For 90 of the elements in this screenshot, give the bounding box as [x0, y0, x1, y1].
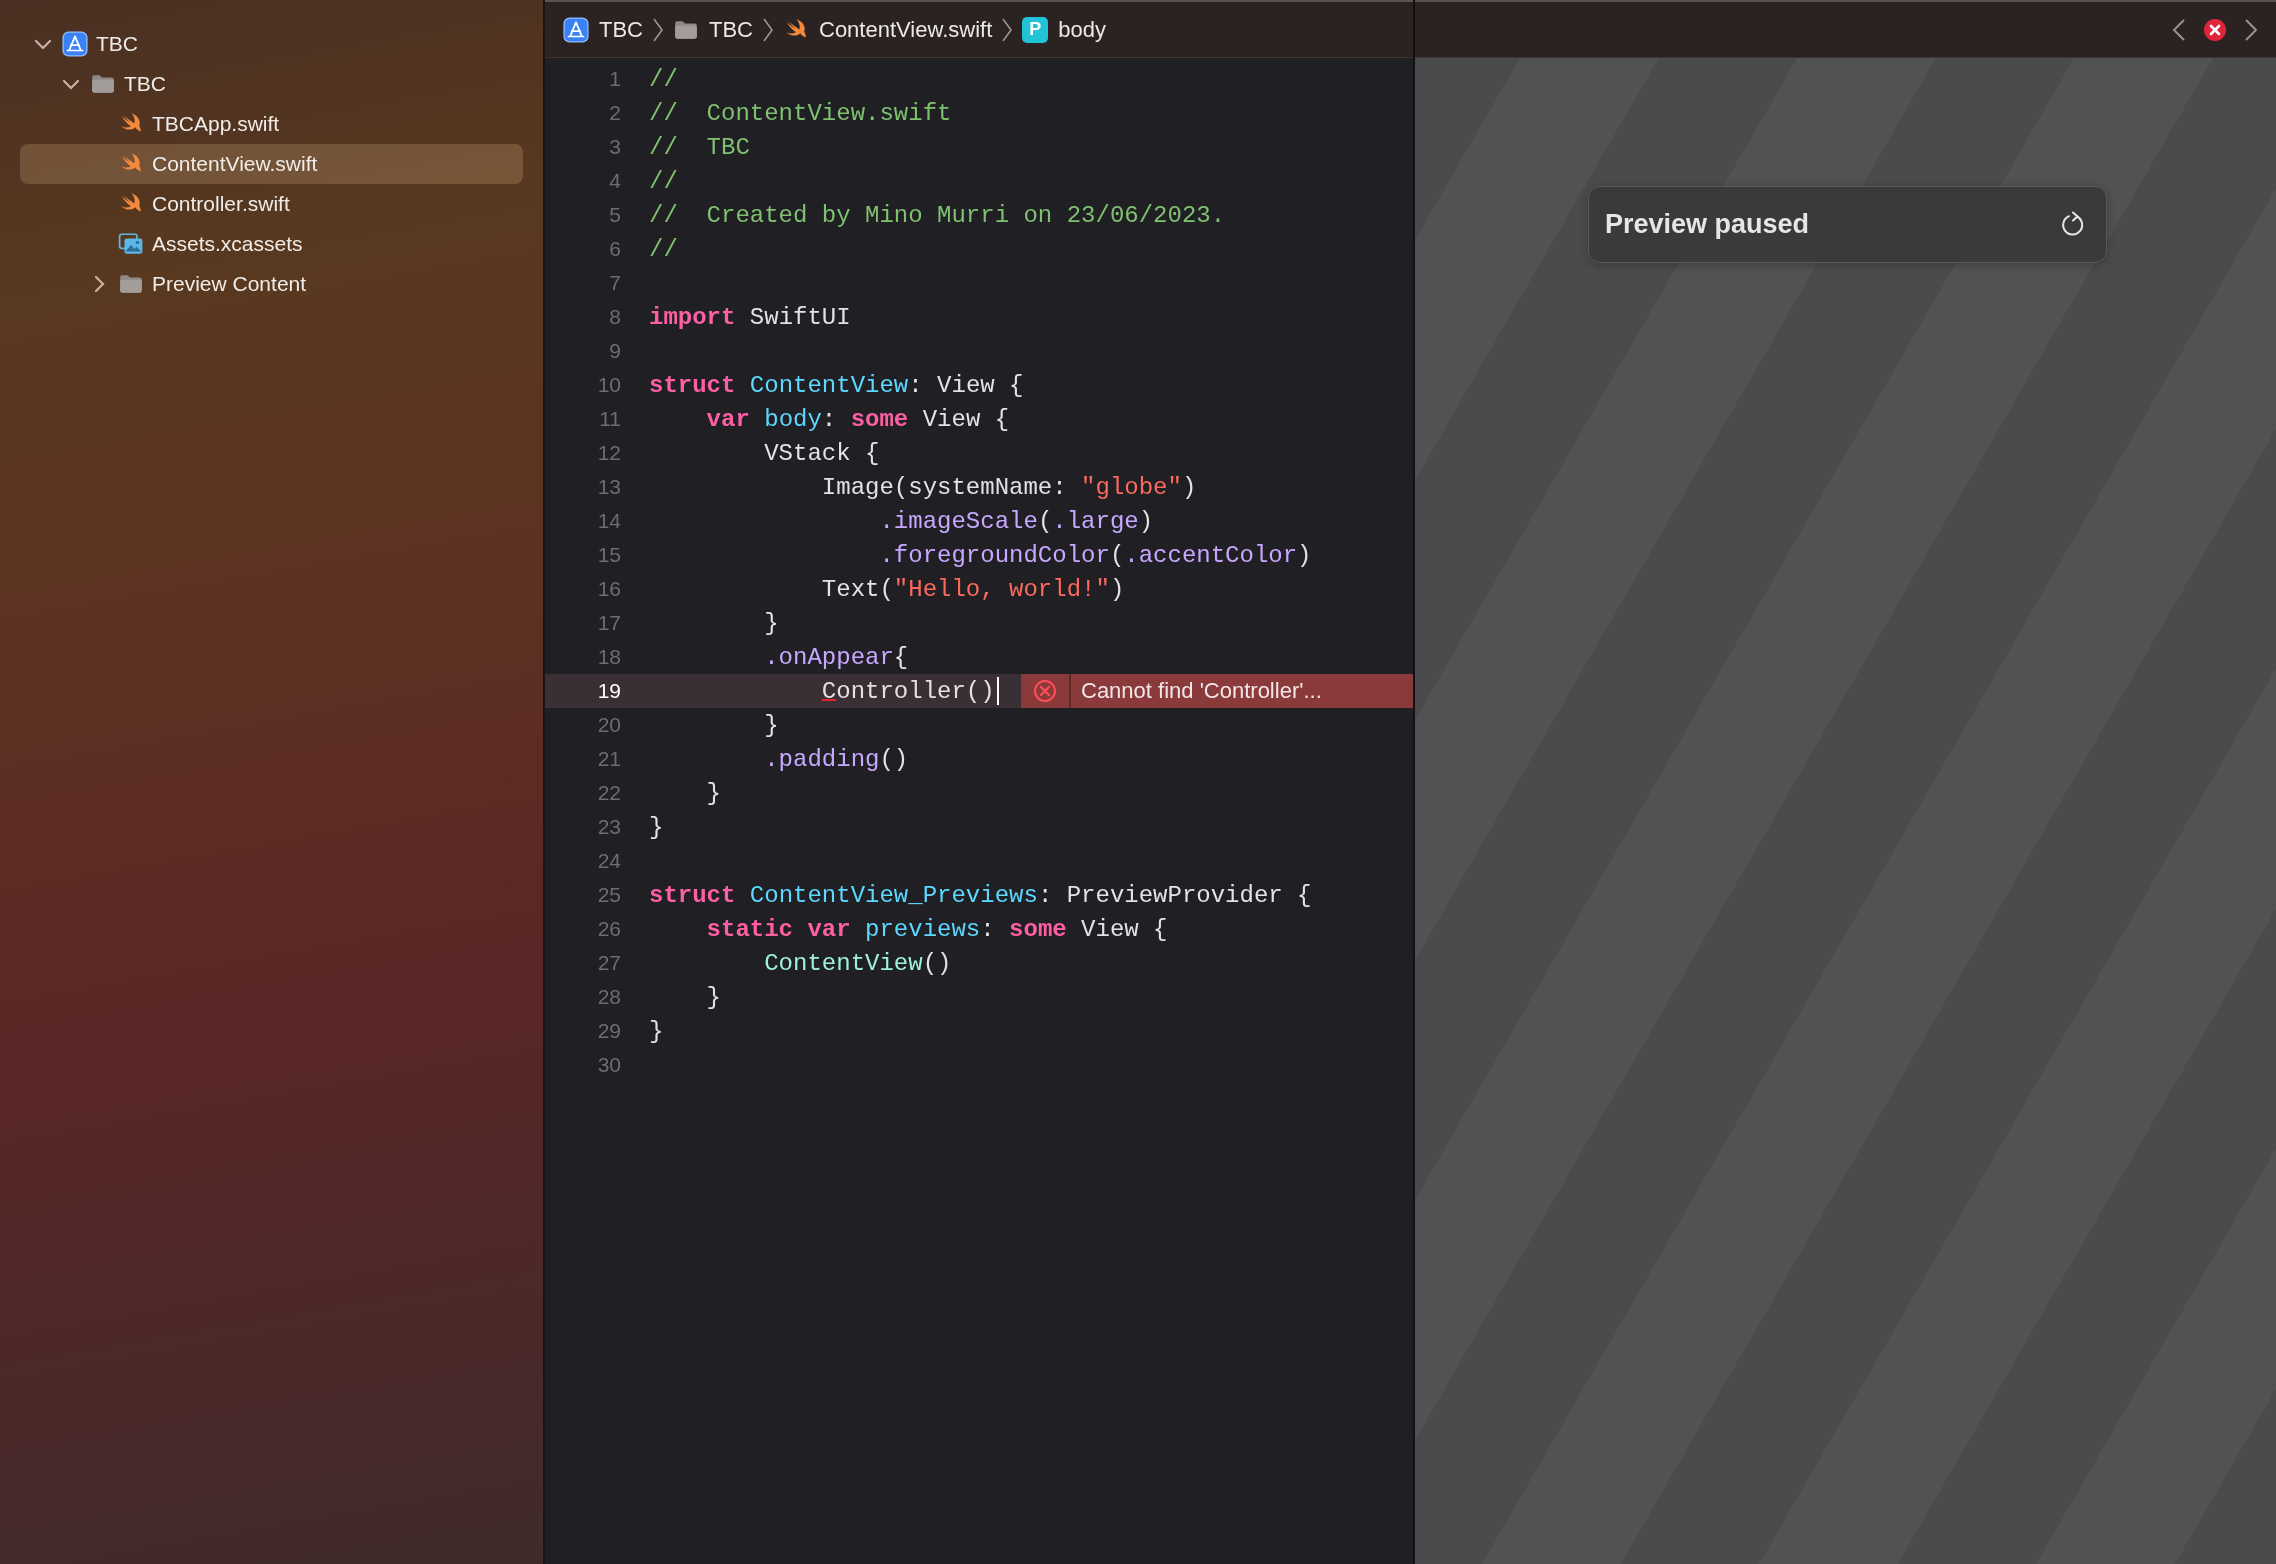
line-number: 30 — [596, 1053, 621, 1077]
breadcrumb-item[interactable]: ContentView.swift — [783, 16, 993, 43]
line-number: 14 — [596, 509, 621, 533]
app-project-icon — [563, 16, 589, 43]
line-number: 22 — [596, 781, 621, 805]
line-number: 18 — [596, 645, 621, 669]
line-number: 17 — [596, 611, 621, 635]
breadcrumb-item[interactable]: TBC — [563, 16, 643, 43]
code-line: Image(systemName: "globe") — [820, 473, 1197, 501]
file-name: ContentView.swift — [152, 152, 318, 176]
line-number: 6 — [608, 237, 621, 261]
code-line: } — [649, 1017, 664, 1045]
line-number: 25 — [596, 883, 621, 907]
line-number: 28 — [596, 985, 621, 1009]
line-number: 11 — [598, 407, 621, 431]
code-line: } — [649, 813, 664, 841]
file-name: Preview Content — [152, 272, 307, 296]
code-line: .imageScale(.large) — [878, 507, 1154, 535]
chevron-right-icon — [2244, 17, 2258, 42]
line-number: 1 — [608, 67, 621, 91]
code-line: Controller() — [820, 677, 995, 705]
line-number: 15 — [596, 543, 621, 567]
code-line: // — [649, 167, 678, 195]
code-line: // Created by Mino Murri on 23/06/2023. — [649, 201, 1226, 229]
file-name: Controller.swift — [152, 192, 290, 216]
code-line: // ContentView.swift — [649, 99, 952, 127]
line-number: 12 — [596, 441, 621, 465]
line-number: 26 — [596, 917, 621, 941]
error-icon — [1033, 679, 1057, 703]
file-tree-item[interactable]: ContentView.swift — [20, 144, 523, 184]
line-number: 7 — [608, 271, 621, 295]
code-line: struct ContentView_Previews: PreviewProvider { — [649, 881, 1312, 909]
file-tree-item[interactable]: Controller.swift — [20, 184, 523, 224]
line-number: 8 — [608, 305, 621, 329]
code-line: static var previews: some View { — [705, 915, 1168, 943]
file-name: TBCApp.swift — [152, 112, 280, 136]
chevron-left-icon — [2172, 17, 2186, 42]
code-line: } — [705, 983, 721, 1011]
line-number: 5 — [608, 203, 621, 227]
line-number: 16 — [596, 577, 621, 601]
line-number: 29 — [596, 1019, 621, 1043]
code-line: .onAppear{ — [763, 643, 909, 671]
code-line: } — [705, 779, 721, 807]
line-number: 27 — [596, 951, 621, 975]
file-tree-item[interactable]: TBC — [20, 64, 523, 104]
text-cursor — [996, 677, 999, 705]
code-line: struct ContentView: View { — [649, 371, 1024, 399]
code-line: VStack { — [763, 439, 880, 467]
code-line: import SwiftUI — [649, 303, 851, 331]
line-number: 13 — [596, 475, 621, 499]
code-line: } — [763, 711, 779, 739]
error-annotation[interactable]: Cannot find 'Controller'... — [1021, 674, 1413, 708]
line-number: 3 — [608, 135, 621, 159]
code-line: ContentView() — [763, 949, 952, 977]
breadcrumb-label: ContentView.swift — [819, 16, 993, 43]
code-line: var body: some View { — [705, 405, 1010, 433]
code-line: // TBC — [649, 133, 750, 161]
line-number: 21 — [596, 747, 621, 771]
file-tree-item[interactable]: TBCApp.swift — [20, 104, 523, 144]
error-icon — [2204, 18, 2226, 41]
preview-status: Preview paused — [1605, 209, 1810, 240]
breadcrumb-label: TBC — [709, 16, 753, 43]
line-number: 23 — [596, 815, 621, 839]
error-message: Cannot find 'Controller'... — [1080, 678, 1322, 704]
line-number: 20 — [596, 713, 621, 737]
breadcrumb-label: TBC — [599, 16, 643, 43]
breadcrumb-item[interactable]: TBC — [673, 16, 753, 43]
code-line: // — [649, 235, 678, 263]
code-line: } — [763, 609, 779, 637]
line-number: 2 — [608, 101, 621, 125]
breadcrumb-label: body — [1058, 16, 1106, 43]
code-line: Text("Hello, world!") — [820, 575, 1125, 603]
image-stack-icon — [118, 231, 144, 257]
code-line: .foregroundColor(.accentColor) — [878, 541, 1312, 569]
file-name: TBC — [124, 72, 166, 96]
app-project-icon — [62, 31, 88, 57]
line-number: 19 — [596, 679, 621, 703]
breadcrumb-item[interactable]: P body — [1022, 16, 1106, 43]
file-name: Assets.xcassets — [152, 232, 303, 256]
line-number: 4 — [608, 169, 621, 193]
code-line: // — [649, 65, 678, 93]
property-symbol-icon: P — [1022, 16, 1049, 43]
code-line: .padding() — [763, 745, 909, 773]
line-number: 24 — [596, 849, 621, 873]
line-number: 10 — [596, 373, 621, 397]
line-number: 9 — [608, 339, 621, 363]
file-tree-item[interactable]: TBC — [20, 24, 523, 64]
file-tree-item[interactable]: Preview Content — [20, 264, 523, 304]
file-tree-item[interactable]: Assets.xcassets — [20, 224, 523, 264]
file-name: TBC — [96, 32, 138, 56]
